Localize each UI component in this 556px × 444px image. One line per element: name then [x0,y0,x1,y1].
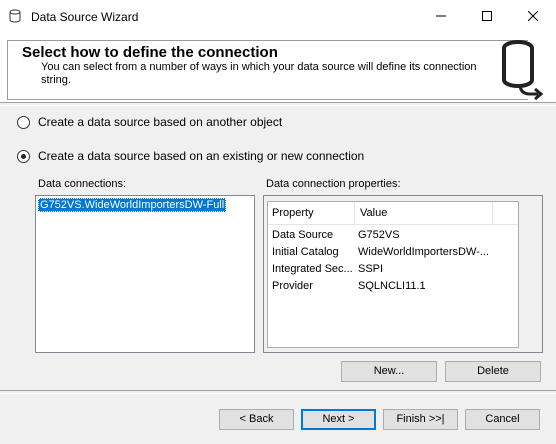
table-row: Data Source G752VS [268,227,518,244]
column-header-property[interactable]: Property [272,202,314,224]
footer-separator [0,390,556,394]
data-connections-label: Data connections: [38,178,127,190]
header-separator [0,102,556,106]
data-connection-properties-label: Data connection properties: [266,178,401,190]
minimize-icon[interactable] [418,0,464,32]
title-bar: Data Source Wizard [0,0,556,32]
column-divider[interactable] [354,202,355,224]
radio-button-checked[interactable] [17,149,30,163]
property-value: WideWorldImportersDW-... [358,246,488,258]
header-title: Select how to define the connection [22,44,278,61]
property-value: SSPI [358,263,384,275]
cancel-button[interactable]: Cancel [465,409,540,430]
database-arrow-icon [500,38,546,103]
radio-label: Create a data source based on another ob… [38,115,283,129]
new-button[interactable]: New... [341,361,437,382]
window-title: Data Source Wizard [31,10,139,24]
radio-existing-connection[interactable]: Create a data source based on an existin… [17,149,364,163]
radio-label: Create a data source based on an existin… [38,149,365,163]
list-item-selected[interactable]: G752VS.WideWorldImportersDW-Full [38,198,227,212]
table-row: Initial Catalog WideWorldImportersDW-... [268,244,518,261]
table-row: Provider SQLNCLI11.1 [268,278,518,295]
maximize-icon[interactable] [464,0,510,32]
back-button[interactable]: < Back [219,409,294,430]
header-description: You can select from a number of ways in … [41,61,477,86]
close-icon[interactable] [510,0,556,32]
next-button[interactable]: Next > [301,409,376,430]
data-connections-list[interactable]: G752VS.WideWorldImportersDW-Full [35,195,255,353]
column-header-value[interactable]: Value [360,202,387,224]
property-name: Initial Catalog [272,246,339,258]
property-name: Integrated Sec... [272,263,353,275]
property-name: Provider [272,280,313,292]
properties-table: Property Value Data Source G752VS Initia… [267,201,519,348]
radio-another-object[interactable]: Create a data source based on another ob… [17,115,282,129]
property-value: SQLNCLI11.1 [358,280,426,292]
properties-panel: Property Value Data Source G752VS Initia… [263,195,543,353]
radio-button[interactable] [17,115,30,129]
column-divider[interactable] [492,202,493,224]
wizard-header: Select how to define the connection You … [0,32,556,102]
delete-button[interactable]: Delete [445,361,541,382]
table-row: Integrated Sec... SSPI [268,261,518,278]
database-icon [9,9,21,26]
property-name: Data Source [272,229,334,241]
table-header: Property Value [268,202,518,225]
finish-button[interactable]: Finish >>| [383,409,458,430]
property-value: G752VS [358,229,400,241]
